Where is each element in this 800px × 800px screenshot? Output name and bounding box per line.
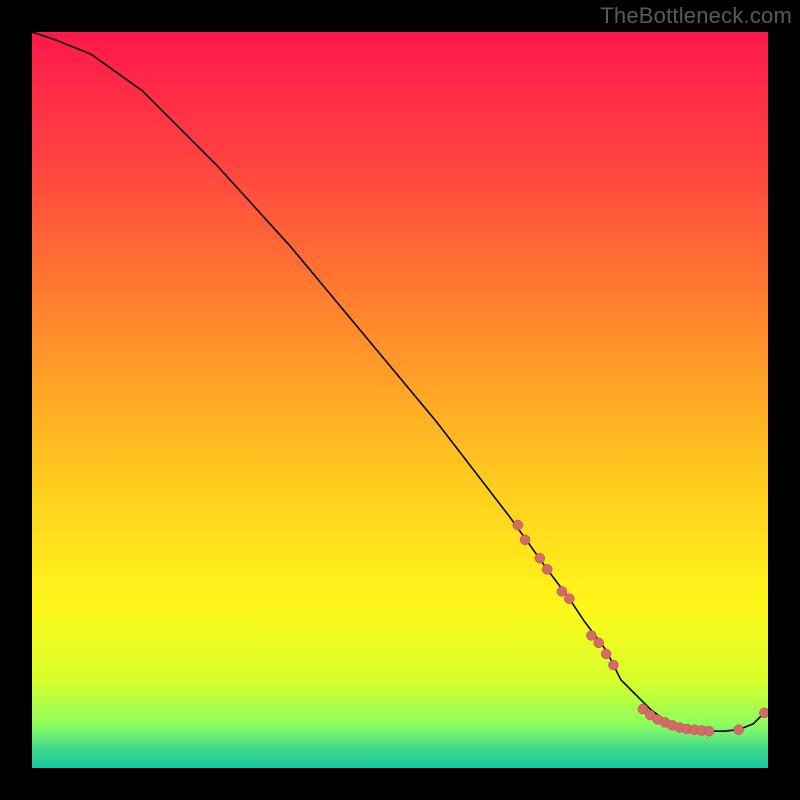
data-point — [759, 708, 768, 718]
data-point — [734, 725, 744, 735]
heatmap-background — [32, 32, 768, 768]
data-point — [513, 520, 523, 530]
data-point — [542, 564, 552, 574]
data-point — [608, 660, 618, 670]
bottleneck-chart — [32, 32, 768, 768]
data-point — [520, 535, 530, 545]
data-point — [557, 586, 567, 596]
data-point — [564, 594, 574, 604]
data-point — [594, 638, 604, 648]
data-point — [704, 726, 714, 736]
data-point — [586, 631, 596, 641]
data-point — [601, 649, 611, 659]
watermark-text: TheBottleneck.com — [600, 3, 792, 29]
data-point — [535, 553, 545, 563]
